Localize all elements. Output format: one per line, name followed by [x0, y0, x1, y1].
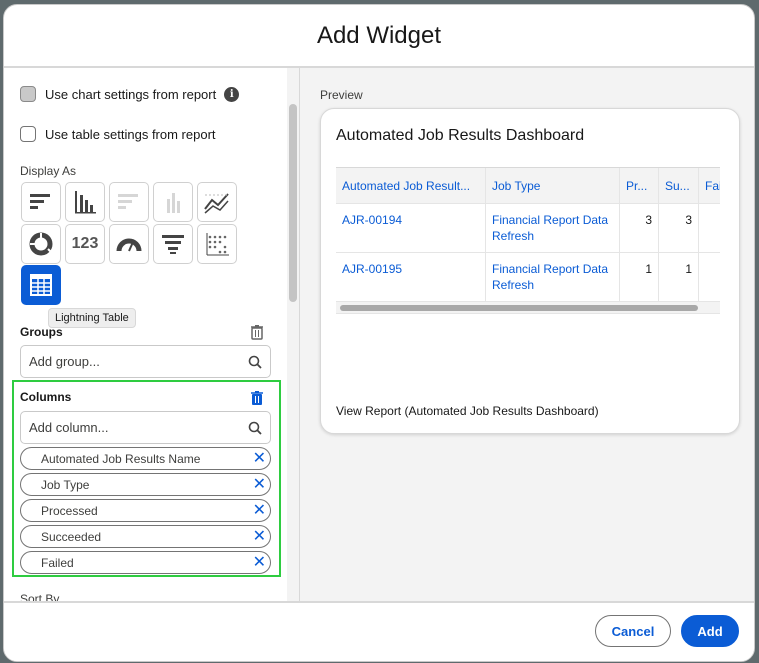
line-chart-tile[interactable]	[197, 182, 237, 222]
column-pill[interactable]: Automated Job Results Name ✕	[20, 447, 271, 470]
funnel-chart-tile[interactable]	[153, 224, 193, 264]
column-pill[interactable]: Job Type ✕	[20, 473, 271, 496]
table-header-row: Automated Job Result... Job Type Pr... S…	[336, 168, 720, 204]
job-type-cell[interactable]: Financial Report Data Refresh	[486, 204, 620, 252]
preview-label: Preview	[320, 88, 363, 102]
column-pill-label: Automated Job Results Name	[41, 451, 201, 466]
scatter-icon	[206, 233, 229, 256]
chart-settings-row[interactable]: Use chart settings from report i	[20, 86, 240, 102]
scrollbar-thumb[interactable]	[289, 104, 297, 302]
settings-panel[interactable]: Use chart settings from report i Use tab…	[4, 68, 300, 603]
column-header[interactable]: Su...	[659, 168, 699, 204]
horizontal-bar-chart-tile[interactable]	[21, 182, 61, 222]
search-icon	[248, 421, 262, 435]
scatter-chart-tile[interactable]	[197, 224, 237, 264]
modal-title: Add Widget	[316, 21, 442, 49]
display-as-label: Display As	[20, 164, 77, 178]
info-icon[interactable]: i	[224, 86, 240, 102]
modal-body: Use chart settings from report i Use tab…	[4, 68, 754, 603]
stacked-horizontal-bar-tile[interactable]	[109, 182, 149, 222]
record-link[interactable]: AJR-00194	[336, 204, 486, 252]
column-pill[interactable]: Succeeded ✕	[20, 525, 271, 548]
column-pill-label: Failed	[41, 555, 74, 570]
donut-chart-icon	[29, 232, 53, 256]
horizontal-scrollbar[interactable]	[336, 302, 720, 314]
stacked-vertical-bar-tile[interactable]	[153, 182, 193, 222]
processed-cell: 3	[620, 204, 659, 252]
horizontal-bar-icon	[30, 194, 50, 209]
columns-trash-icon[interactable]	[250, 390, 264, 411]
remove-column-icon[interactable]: ✕	[253, 554, 266, 571]
cancel-button[interactable]: Cancel	[595, 615, 671, 647]
stacked-vertical-bar-icon	[167, 193, 180, 213]
funnel-icon	[162, 235, 184, 254]
search-icon	[248, 355, 262, 369]
column-pill-label: Job Type	[41, 477, 90, 492]
line-chart-icon	[204, 193, 229, 214]
failed-cell	[699, 253, 720, 301]
chart-settings-checkbox[interactable]	[20, 86, 36, 102]
succeeded-cell: 3	[659, 204, 699, 252]
column-pill[interactable]: Processed ✕	[20, 499, 271, 522]
column-pill-label: Succeeded	[41, 529, 102, 544]
card-title: Automated Job Results Dashboard	[336, 127, 585, 144]
horizontal-scrollbar-thumb[interactable]	[340, 305, 698, 311]
column-header[interactable]: Job Type	[486, 168, 620, 204]
column-header[interactable]: Fai	[699, 168, 720, 204]
record-link[interactable]: AJR-00195	[336, 253, 486, 301]
table-settings-checkbox[interactable]	[20, 126, 36, 142]
groups-trash-icon[interactable]	[250, 324, 264, 345]
table-settings-row[interactable]: Use table settings from report	[20, 126, 216, 142]
preview-panel: Preview Automated Job Results Dashboard …	[300, 68, 754, 603]
add-column-input[interactable]: Add column...	[20, 411, 271, 444]
remove-column-icon[interactable]: ✕	[253, 502, 266, 519]
gauge-icon	[116, 238, 142, 252]
preview-card: Automated Job Results Dashboard Automate…	[320, 108, 740, 434]
columns-label: Columns	[20, 390, 72, 404]
remove-column-icon[interactable]: ✕	[253, 476, 266, 493]
gauge-chart-tile[interactable]	[109, 224, 149, 264]
failed-cell	[699, 204, 720, 252]
add-group-input[interactable]: Add group...	[20, 345, 271, 378]
column-pill[interactable]: Failed ✕	[20, 551, 271, 574]
donut-chart-tile[interactable]	[21, 224, 61, 264]
stacked-horizontal-bar-icon	[118, 194, 138, 209]
remove-column-icon[interactable]: ✕	[253, 528, 266, 545]
add-group-placeholder: Add group...	[29, 354, 100, 369]
processed-cell: 1	[620, 253, 659, 301]
remove-column-icon[interactable]: ✕	[253, 450, 266, 467]
add-column-placeholder: Add column...	[29, 420, 109, 435]
view-report-link[interactable]: View Report (Automated Job Results Dashb…	[336, 404, 599, 418]
succeeded-cell: 1	[659, 253, 699, 301]
column-header[interactable]: Pr...	[620, 168, 659, 204]
job-type-cell[interactable]: Financial Report Data Refresh	[486, 253, 620, 301]
add-widget-modal: Add Widget Use chart settings from repor…	[3, 4, 755, 662]
metric-tile[interactable]: 123	[65, 224, 105, 264]
table-settings-label: Use table settings from report	[45, 126, 216, 142]
lightning-table-tile[interactable]	[21, 265, 61, 305]
table-icon	[30, 274, 52, 296]
column-header[interactable]: Automated Job Result...	[336, 168, 486, 204]
groups-label: Groups	[20, 325, 63, 339]
column-pill-label: Processed	[41, 503, 98, 518]
chart-settings-label: Use chart settings from report	[45, 86, 217, 102]
vertical-bar-chart-tile[interactable]	[65, 182, 105, 222]
preview-table: Automated Job Result... Job Type Pr... S…	[336, 167, 720, 314]
modal-header: Add Widget	[4, 5, 754, 68]
vertical-bar-icon	[75, 191, 96, 214]
add-button[interactable]: Add	[681, 615, 739, 647]
table-row: AJR-00195 Financial Report Data Refresh …	[336, 253, 720, 302]
modal-footer: Cancel Add	[4, 601, 754, 661]
table-row: AJR-00194 Financial Report Data Refresh …	[336, 204, 720, 253]
